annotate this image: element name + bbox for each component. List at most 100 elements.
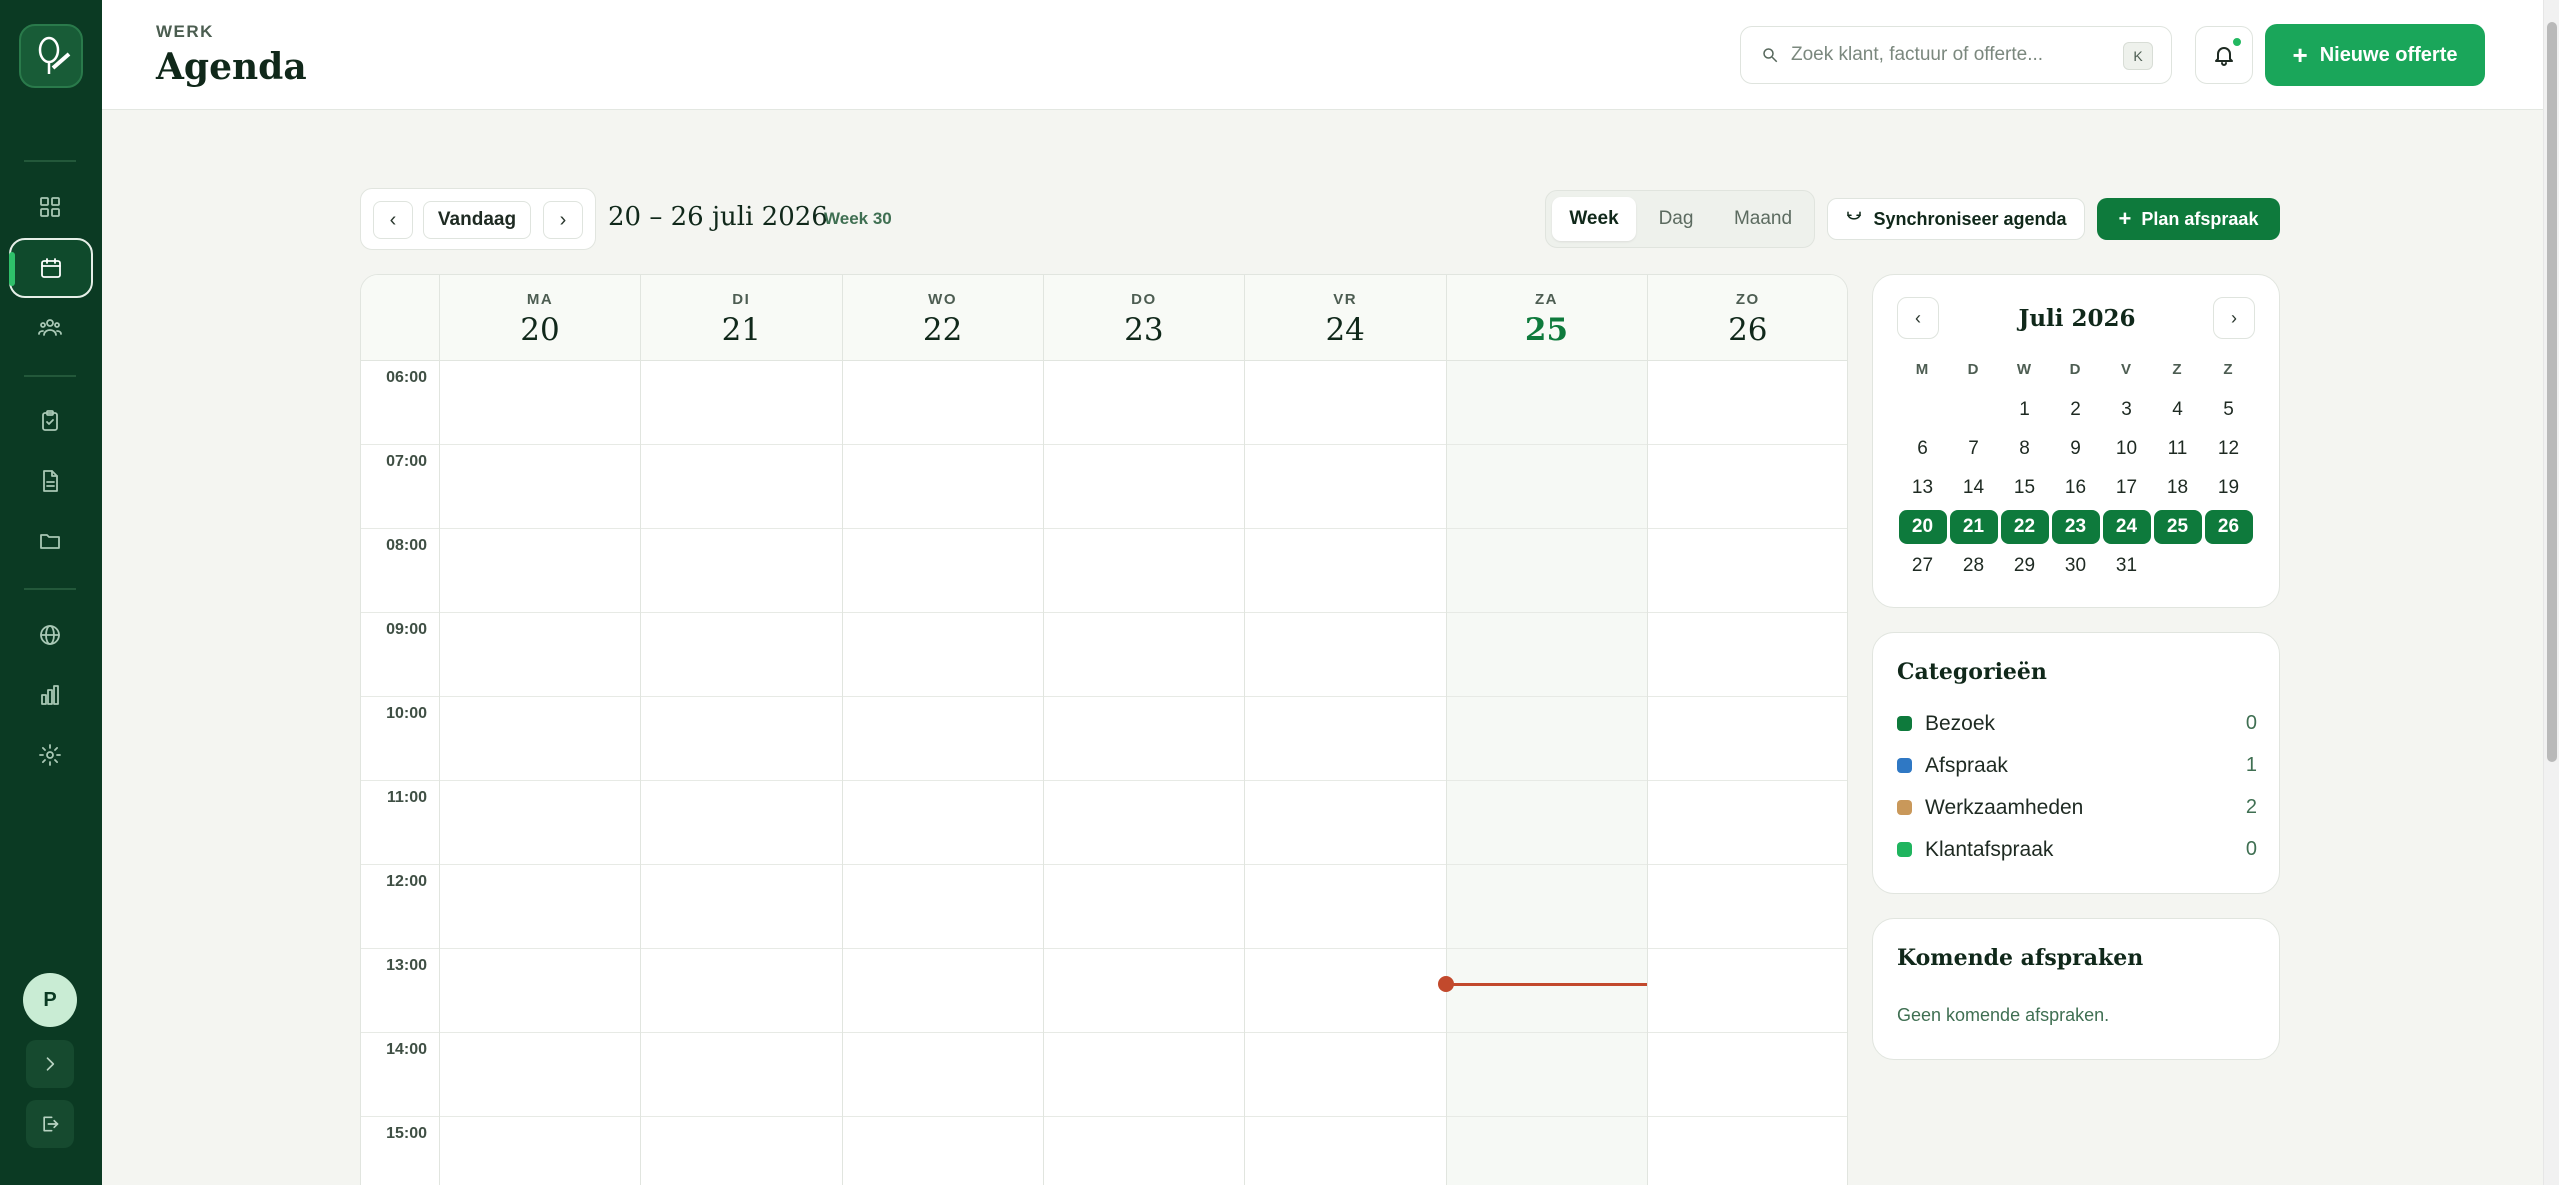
search-box[interactable]: K bbox=[1740, 26, 2172, 84]
mini-calendar-day[interactable]: 9 bbox=[2052, 432, 2100, 466]
sidebar-item-website[interactable] bbox=[26, 611, 74, 659]
mini-calendar-day[interactable]: 19 bbox=[2205, 471, 2253, 505]
view-month-tab[interactable]: Maand bbox=[1718, 197, 1808, 241]
day-abbreviation: ZA bbox=[1535, 291, 1558, 308]
sidebar-item-agenda[interactable] bbox=[9, 238, 93, 298]
mini-calendar-day[interactable]: 26 bbox=[2204, 510, 2253, 544]
day-header[interactable]: MA 20 bbox=[439, 275, 640, 361]
mini-calendar-day[interactable]: 30 bbox=[2052, 549, 2100, 583]
expand-sidebar-button[interactable] bbox=[26, 1040, 74, 1088]
hour-row[interactable]: 15:00 bbox=[361, 1117, 1847, 1185]
mini-calendar-day[interactable]: 25 bbox=[2153, 510, 2202, 544]
chevron-right-icon: › bbox=[559, 208, 567, 231]
view-switcher: Week Dag Maand bbox=[1545, 190, 1815, 248]
mini-calendar-day[interactable]: 24 bbox=[2102, 510, 2151, 544]
mini-calendar-day[interactable]: 31 bbox=[2103, 549, 2151, 583]
sidebar-item-rapportages[interactable] bbox=[26, 671, 74, 719]
day-header[interactable]: VR 24 bbox=[1244, 275, 1445, 361]
current-time-line bbox=[1445, 983, 1647, 986]
hour-row[interactable]: 11:00 bbox=[361, 781, 1847, 865]
day-abbreviation: DO bbox=[1131, 291, 1157, 308]
hour-row[interactable]: 07:00 bbox=[361, 445, 1847, 529]
previous-week-button[interactable]: ‹ bbox=[373, 201, 413, 239]
new-quote-button[interactable]: + Nieuwe offerte bbox=[2265, 24, 2485, 86]
day-header[interactable]: ZO 26 bbox=[1646, 275, 1847, 361]
sync-calendar-button[interactable]: Synchroniseer agenda bbox=[1827, 198, 2085, 240]
mini-calendar-day[interactable]: 18 bbox=[2154, 471, 2202, 505]
day-header[interactable]: DI 21 bbox=[640, 275, 841, 361]
mini-calendar-day[interactable]: 3 bbox=[2103, 393, 2151, 427]
mini-calendar-day[interactable]: 17 bbox=[2103, 471, 2151, 505]
category-item[interactable]: Werkzaamheden 2 bbox=[1897, 793, 2257, 823]
mini-calendar-day[interactable]: 11 bbox=[2154, 432, 2202, 466]
week-calendar: MA 20 DI 21 WO 22 DO 23 VR 24 ZA 25 ZO 26 06:00 07:00 0… bbox=[360, 274, 1848, 1185]
category-item[interactable]: Bezoek 0 bbox=[1897, 709, 2257, 739]
mini-calendar-day[interactable]: 8 bbox=[2001, 432, 2049, 466]
mini-calendar-day[interactable]: 29 bbox=[2001, 549, 2049, 583]
search-input[interactable] bbox=[1791, 37, 2111, 73]
mini-calendar-day[interactable]: 14 bbox=[1950, 471, 1998, 505]
next-week-button[interactable]: › bbox=[543, 201, 583, 239]
day-header[interactable]: ZA 25 bbox=[1445, 275, 1647, 361]
gear-icon bbox=[39, 744, 61, 766]
view-day-tab[interactable]: Dag bbox=[1638, 197, 1714, 241]
mini-calendar-day[interactable]: 2 bbox=[2052, 393, 2100, 427]
hour-row[interactable]: 12:00 bbox=[361, 865, 1847, 949]
mini-weekday-label: V bbox=[2120, 361, 2132, 378]
page-scrollbar[interactable] bbox=[2543, 0, 2559, 1185]
upcoming-title: Komende afspraken bbox=[1897, 945, 2144, 971]
day-header[interactable]: WO 22 bbox=[841, 275, 1043, 361]
today-button[interactable]: Vandaag bbox=[423, 201, 531, 239]
category-color-swatch bbox=[1897, 800, 1912, 815]
hour-row[interactable]: 14:00 bbox=[361, 1033, 1847, 1117]
sidebar-item-instellingen[interactable] bbox=[26, 731, 74, 779]
notifications-button[interactable] bbox=[2195, 26, 2253, 84]
hour-row[interactable]: 09:00 bbox=[361, 613, 1847, 697]
sync-calendar-label: Synchroniseer agenda bbox=[1873, 208, 2067, 229]
categories-panel: Categorieën Bezoek 0 Afspraak 1 Werkzaamhede… bbox=[1872, 632, 2280, 894]
view-week-tab[interactable]: Week bbox=[1552, 197, 1636, 241]
mini-calendar-day[interactable]: 12 bbox=[2205, 432, 2253, 466]
category-count: 1 bbox=[2245, 754, 2257, 776]
category-count: 0 bbox=[2245, 838, 2257, 860]
mini-calendar-day[interactable]: 7 bbox=[1950, 432, 1998, 466]
mini-calendar-day[interactable]: 21 bbox=[1949, 510, 1998, 544]
hour-row[interactable]: 13:00 bbox=[361, 949, 1847, 1033]
sidebar-item-klanten[interactable] bbox=[26, 303, 74, 351]
app-logo[interactable] bbox=[19, 24, 83, 88]
plus-icon: + bbox=[2292, 40, 2308, 70]
mini-calendar-day[interactable]: 28 bbox=[1950, 549, 1998, 583]
sidebar-item-documenten[interactable] bbox=[26, 457, 74, 505]
category-item[interactable]: Klantafspraak 0 bbox=[1897, 835, 2257, 865]
mini-calendar-day[interactable]: 1 bbox=[2001, 393, 2049, 427]
mini-calendar-day[interactable]: 16 bbox=[2052, 471, 2100, 505]
mini-calendar-day[interactable]: 23 bbox=[2051, 510, 2100, 544]
scrollbar-thumb[interactable] bbox=[2547, 22, 2557, 762]
logout-button[interactable] bbox=[26, 1100, 74, 1148]
category-item[interactable]: Afspraak 1 bbox=[1897, 751, 2257, 781]
user-avatar[interactable]: P bbox=[23, 973, 77, 1027]
next-month-button[interactable]: › bbox=[2213, 297, 2255, 339]
sidebar-item-projecten[interactable] bbox=[26, 517, 74, 565]
sidebar-item-taken[interactable] bbox=[26, 397, 74, 445]
hour-row[interactable]: 06:00 bbox=[361, 361, 1847, 445]
day-header[interactable]: DO 23 bbox=[1042, 275, 1244, 361]
day-number: 20 bbox=[520, 312, 560, 348]
mini-calendar-day[interactable]: 22 bbox=[2000, 510, 2049, 544]
day-abbreviation: WO bbox=[928, 291, 957, 308]
hour-row[interactable]: 10:00 bbox=[361, 697, 1847, 781]
hour-row[interactable]: 08:00 bbox=[361, 529, 1847, 613]
mini-calendar-day[interactable]: 20 bbox=[1898, 510, 1947, 544]
sync-icon bbox=[1847, 211, 1862, 220]
sidebar-item-dashboard[interactable] bbox=[26, 183, 74, 231]
mini-calendar-day[interactable]: 10 bbox=[2103, 432, 2151, 466]
sidebar-divider bbox=[24, 588, 76, 590]
plan-appointment-button[interactable]: + Plan afspraak bbox=[2097, 198, 2280, 240]
previous-month-button[interactable]: ‹ bbox=[1897, 297, 1939, 339]
mini-calendar-day[interactable]: 4 bbox=[2154, 393, 2202, 427]
mini-calendar-day[interactable]: 13 bbox=[1899, 471, 1947, 505]
mini-calendar-day[interactable]: 6 bbox=[1899, 432, 1947, 466]
mini-calendar-day[interactable]: 15 bbox=[2001, 471, 2049, 505]
mini-calendar-day[interactable]: 27 bbox=[1899, 549, 1947, 583]
mini-calendar-day[interactable]: 5 bbox=[2205, 393, 2253, 427]
